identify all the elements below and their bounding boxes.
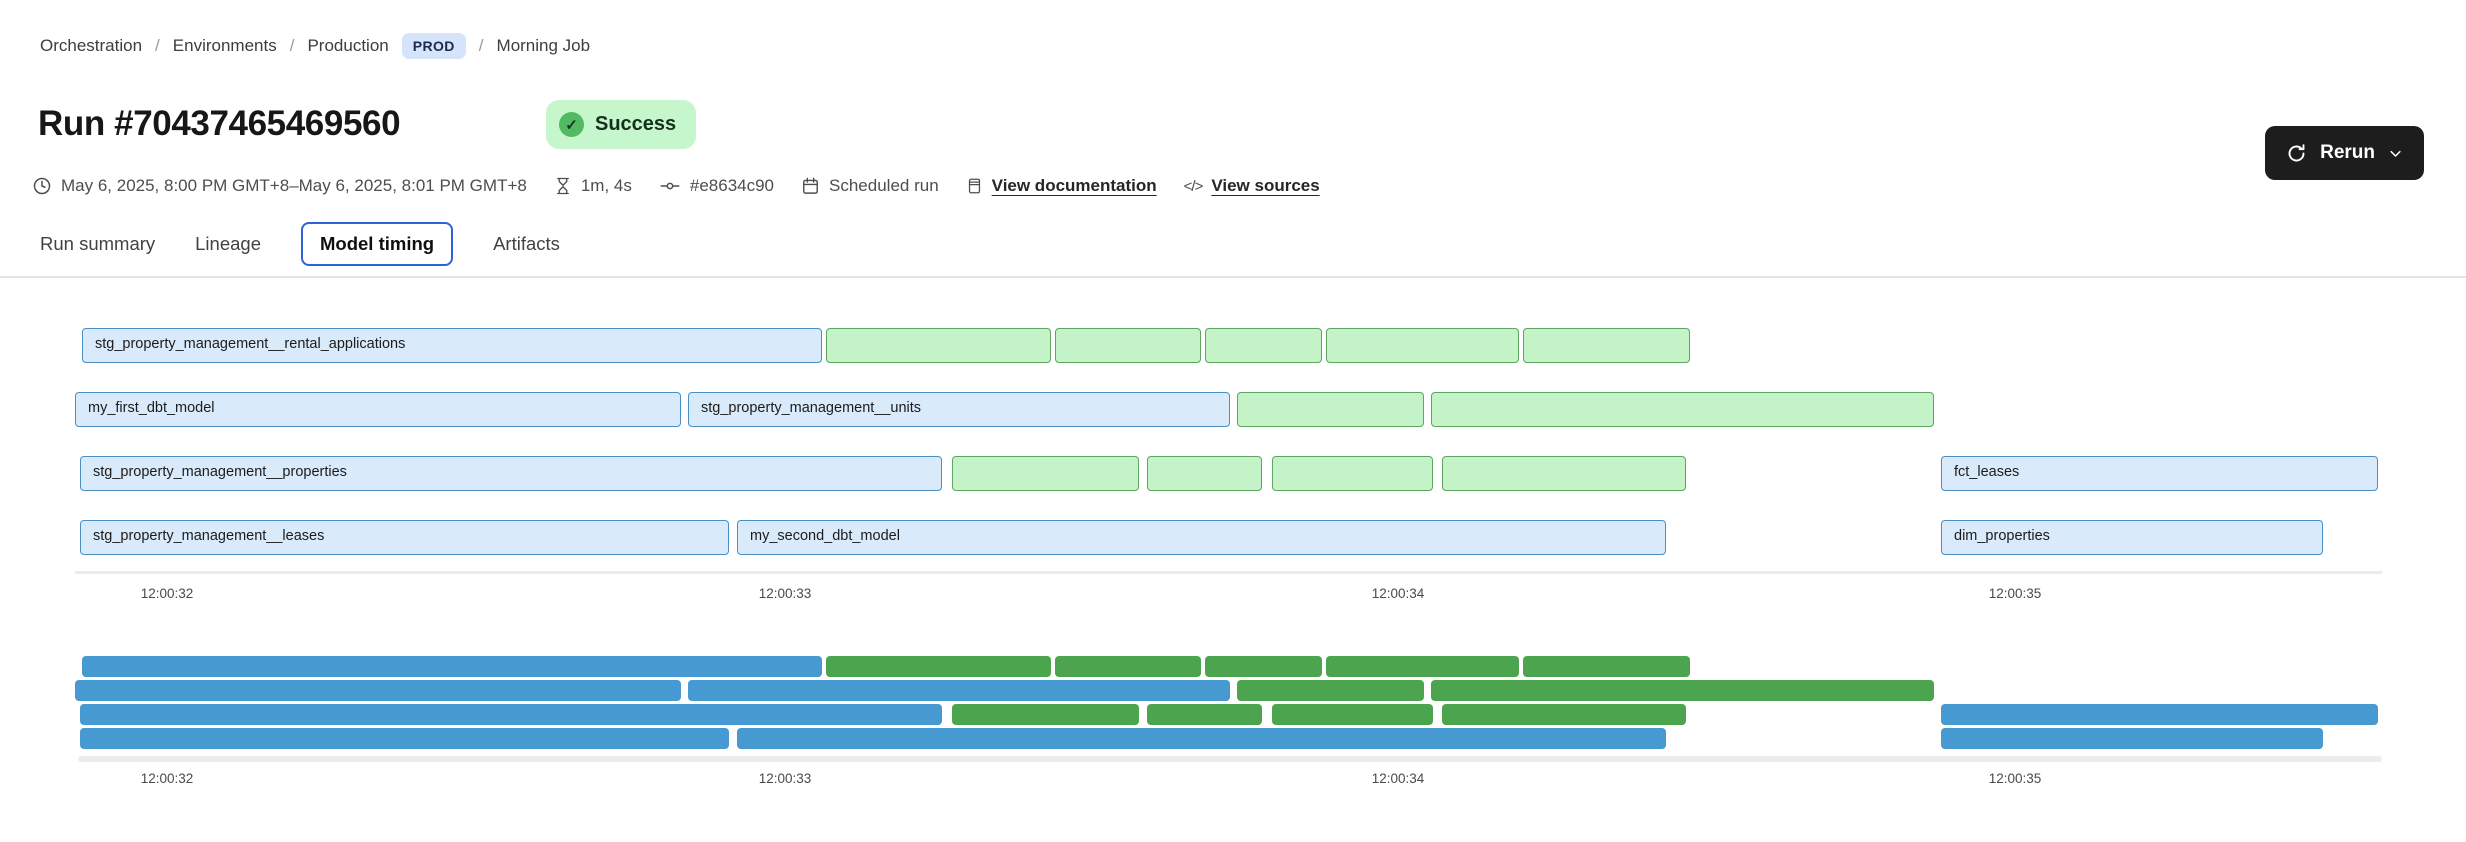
chart-axis-divider <box>75 571 2382 574</box>
minimap-bar <box>80 728 729 749</box>
minimap-bar <box>1272 704 1433 725</box>
model-bar[interactable]: stg_property_management__units <box>688 392 1230 427</box>
minimap-scroll-track[interactable] <box>78 756 2382 762</box>
minimap-bar <box>1431 680 1934 701</box>
tab-lineage[interactable]: Lineage <box>195 222 261 266</box>
model-bar-label: stg_property_management__leases <box>81 521 728 552</box>
breadcrumb-separator: / <box>155 36 160 56</box>
model-bar-label: dim_properties <box>1942 521 2322 552</box>
timing-bar[interactable] <box>826 328 1051 363</box>
run-time-range: May 6, 2025, 8:00 PM GMT+8–May 6, 2025, … <box>32 176 527 196</box>
hourglass-icon <box>554 176 572 196</box>
calendar-icon <box>801 176 820 196</box>
model-bar-label: my_first_dbt_model <box>76 393 680 424</box>
run-detail-page: Orchestration / Environments / Productio… <box>0 0 2466 842</box>
page-title: Run #70437465469560 <box>38 104 400 144</box>
timing-bar[interactable] <box>1237 392 1424 427</box>
minimap-bar <box>1147 704 1262 725</box>
axis-tick-label: 12:00:35 <box>1989 586 2042 601</box>
view-sources-link-item: </> View sources <box>1184 176 1320 196</box>
axis-tick-label: 12:00:33 <box>759 586 812 601</box>
model-bar[interactable]: stg_property_management__leases <box>80 520 729 555</box>
model-bar[interactable]: my_first_dbt_model <box>75 392 681 427</box>
run-trigger: Scheduled run <box>801 176 939 196</box>
view-sources-link[interactable]: View sources <box>1211 176 1319 196</box>
minimap-bar <box>1941 728 2323 749</box>
minimap-bar <box>1941 704 2378 725</box>
minimap-bar <box>688 680 1230 701</box>
axis-tick-label: 12:00:35 <box>1989 771 2042 786</box>
timing-bar[interactable] <box>1055 328 1201 363</box>
check-circle-icon: ✓ <box>559 112 584 137</box>
minimap-bar <box>1326 656 1519 677</box>
rerun-button-label: Rerun <box>2320 142 2375 164</box>
minimap-bar <box>1237 680 1424 701</box>
breadcrumb-separator: / <box>479 36 484 56</box>
tab-run-summary[interactable]: Run summary <box>40 222 155 266</box>
run-tabs: Run summary Lineage Model timing Artifac… <box>40 222 560 266</box>
minimap-bar <box>1205 656 1322 677</box>
commit-icon <box>659 176 681 196</box>
axis-tick-label: 12:00:34 <box>1372 586 1425 601</box>
clock-icon <box>32 176 52 196</box>
breadcrumb-separator: / <box>290 36 295 56</box>
model-bar-label: fct_leases <box>1942 457 2377 488</box>
minimap-bar <box>1442 704 1686 725</box>
run-duration: 1m, 4s <box>554 176 632 196</box>
model-bar-label: my_second_dbt_model <box>738 521 1665 552</box>
minimap-bar <box>80 704 942 725</box>
timing-bar[interactable] <box>1523 328 1690 363</box>
model-bar[interactable]: stg_property_management__properties <box>80 456 942 491</box>
code-icon: </> <box>1184 178 1203 195</box>
model-bar[interactable]: dim_properties <box>1941 520 2323 555</box>
refresh-icon <box>2286 143 2307 164</box>
model-bar-label: stg_property_management__properties <box>81 457 941 488</box>
minimap-bar <box>82 656 822 677</box>
breadcrumb-production[interactable]: Production <box>307 36 388 56</box>
minimap-bar <box>737 728 1666 749</box>
breadcrumb: Orchestration / Environments / Productio… <box>40 33 590 59</box>
axis-tick-label: 12:00:34 <box>1372 771 1425 786</box>
model-bar[interactable]: fct_leases <box>1941 456 2378 491</box>
axis-tick-label: 12:00:32 <box>141 586 194 601</box>
minimap-bar <box>75 680 681 701</box>
rerun-button[interactable]: Rerun <box>2265 126 2424 180</box>
timing-bar[interactable] <box>1442 456 1686 491</box>
tabs-divider <box>0 276 2466 278</box>
chevron-down-icon <box>2388 146 2403 161</box>
model-bar[interactable]: stg_property_management__rental_applicat… <box>82 328 822 363</box>
breadcrumb-orchestration[interactable]: Orchestration <box>40 36 142 56</box>
environment-badge: PROD <box>402 33 466 59</box>
minimap-bar <box>1055 656 1201 677</box>
minimap-bar <box>952 704 1139 725</box>
timing-bar[interactable] <box>1326 328 1519 363</box>
timing-bar[interactable] <box>1147 456 1262 491</box>
breadcrumb-morning-job[interactable]: Morning Job <box>497 36 591 56</box>
axis-tick-label: 12:00:32 <box>141 771 194 786</box>
minimap-bar <box>826 656 1051 677</box>
timing-bar[interactable] <box>952 456 1139 491</box>
timing-bar[interactable] <box>1272 456 1433 491</box>
timing-bar[interactable] <box>1431 392 1934 427</box>
status-badge-label: Success <box>595 113 676 136</box>
tab-artifacts[interactable]: Artifacts <box>493 222 560 266</box>
model-bar-label: stg_property_management__units <box>689 393 1229 424</box>
document-icon <box>966 176 983 196</box>
run-meta-row: May 6, 2025, 8:00 PM GMT+8–May 6, 2025, … <box>32 176 1320 196</box>
model-bar-label: stg_property_management__rental_applicat… <box>83 329 821 360</box>
minimap-bar <box>1523 656 1690 677</box>
breadcrumb-environments[interactable]: Environments <box>173 36 277 56</box>
view-documentation-link-item: View documentation <box>966 176 1157 196</box>
view-documentation-link[interactable]: View documentation <box>992 176 1157 196</box>
model-bar[interactable]: my_second_dbt_model <box>737 520 1666 555</box>
timing-bar[interactable] <box>1205 328 1322 363</box>
status-badge: ✓ Success <box>546 100 696 149</box>
tab-model-timing[interactable]: Model timing <box>301 222 453 266</box>
commit-hash: #e8634c90 <box>659 176 774 196</box>
axis-tick-label: 12:00:33 <box>759 771 812 786</box>
